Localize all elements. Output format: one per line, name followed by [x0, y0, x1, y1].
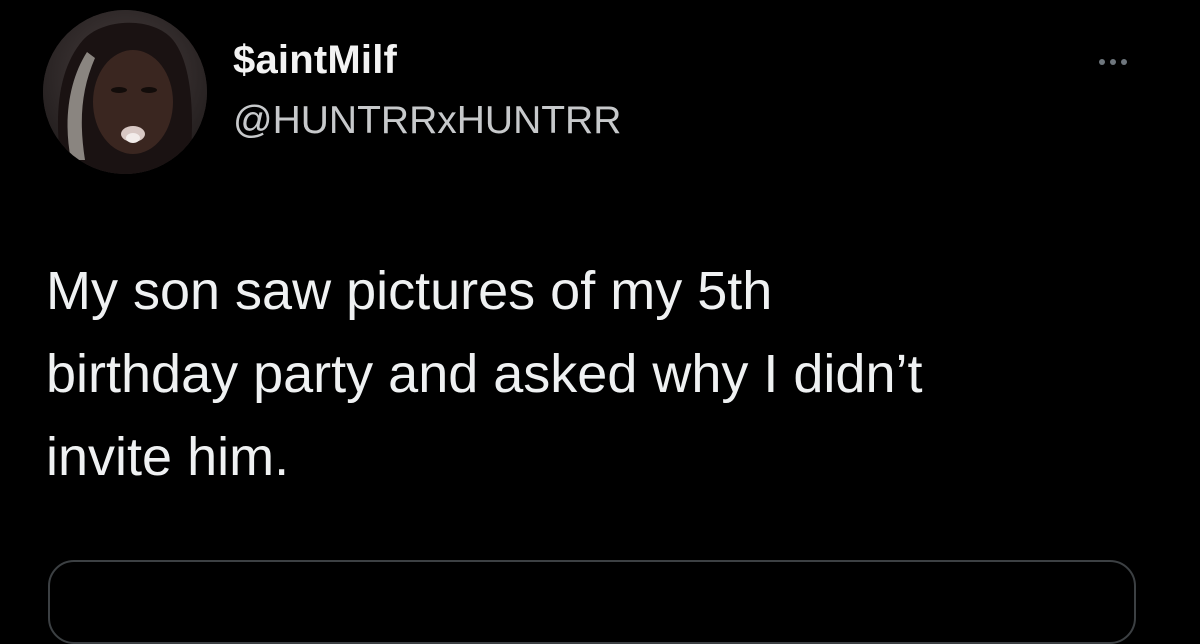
more-horizontal-icon	[1099, 59, 1105, 65]
author-display-name[interactable]: $aintMilf	[233, 37, 397, 83]
author-handle[interactable]: @HUNTRRxHUNTRR	[233, 98, 621, 144]
tweet: $aintMilf @HUNTRRxHUNTRR My son saw pict…	[0, 0, 1200, 644]
more-horizontal-icon-dot	[1121, 59, 1127, 65]
avatar-image	[43, 10, 207, 174]
embedded-card[interactable]	[48, 560, 1136, 644]
author-avatar[interactable]	[43, 10, 207, 174]
tweet-text: My son saw pictures of my 5th birthday p…	[46, 261, 923, 487]
more-horizontal-icon-dot	[1110, 59, 1116, 65]
more-options-button[interactable]	[1085, 48, 1141, 76]
